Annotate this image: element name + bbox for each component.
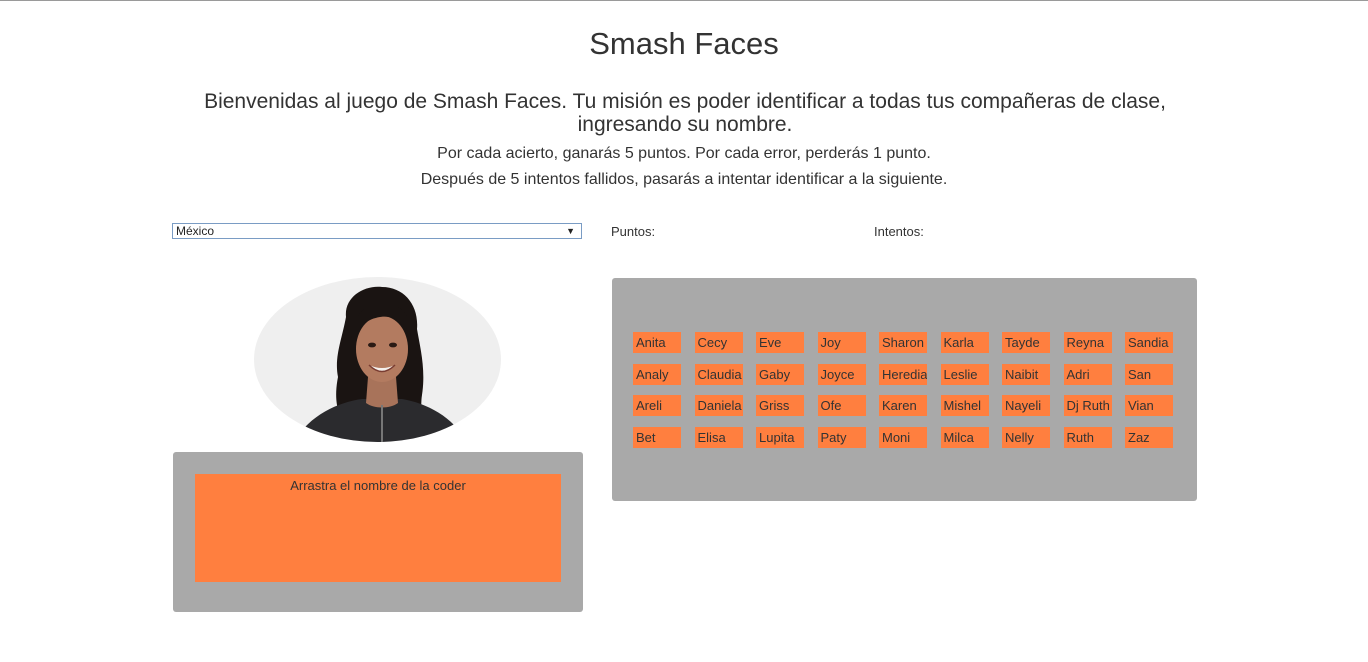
name-chip[interactable]: San [1125, 363, 1173, 385]
name-chip[interactable]: Nelly [1002, 426, 1050, 448]
name-chip[interactable]: Gaby [756, 363, 804, 385]
name-chip[interactable]: Cecy [694, 332, 743, 353]
points-rule-text: Por cada acierto, ganarás 5 puntos. Por … [437, 145, 931, 162]
points-label: Puntos: [611, 224, 656, 239]
name-chip[interactable]: Reyna [1063, 332, 1112, 353]
name-chip[interactable]: Ruth [1063, 426, 1112, 448]
name-chip[interactable]: Sandia [1125, 332, 1173, 353]
name-chip[interactable]: Areli [633, 395, 681, 416]
names-panel: Anita Cecy Eve Joy Sharon Karla Tayde Reyna Sand… [612, 278, 1197, 501]
name-chip[interactable]: Vian [1125, 395, 1173, 416]
name-chip[interactable]: Dj Ruth [1063, 395, 1112, 416]
name-chip[interactable]: Daniela [694, 395, 743, 416]
name-chip[interactable]: Sharon [879, 332, 927, 353]
coder-photo [254, 277, 501, 442]
name-chip[interactable]: Leslie [940, 363, 989, 385]
name-chip[interactable]: Moni [879, 426, 927, 448]
name-grid: Anita Cecy Eve Joy Sharon Karla Tayde Reyna Sand… [633, 332, 1173, 448]
name-chip[interactable]: Bet [633, 426, 681, 448]
page-title: Smash Faces [589, 26, 779, 61]
country-select-value: México [176, 224, 215, 238]
name-chip[interactable]: Tayde [1002, 332, 1050, 353]
name-chip[interactable]: Elisa [694, 426, 743, 448]
name-chip[interactable]: Mishel [940, 395, 989, 416]
name-chip[interactable]: Karen [879, 395, 927, 416]
name-chip[interactable]: Zaz [1125, 426, 1173, 448]
name-chip[interactable]: Nayeli [1002, 395, 1050, 416]
name-chip[interactable]: Paty [817, 426, 866, 448]
name-chip[interactable]: Griss [756, 395, 804, 416]
country-select[interactable]: México ▼ [172, 223, 582, 239]
name-chip[interactable]: Milca [940, 426, 989, 448]
name-chip[interactable]: Ofe [817, 395, 866, 416]
attempts-rule-text: Después de 5 intentos fallidos, pasarás … [420, 171, 948, 188]
name-chip[interactable]: Heredia [879, 363, 927, 385]
attempts-label: Intentos: [874, 224, 924, 239]
intro-text: Bienvenidas al juego de Smash Faces. Tu … [204, 90, 1166, 136]
drop-zone-label: Arrastra el nombre de la coder [290, 478, 466, 493]
top-divider [0, 0, 1368, 1]
name-chip[interactable]: Claudia [694, 363, 743, 385]
name-chip[interactable]: Analy [633, 363, 681, 385]
drop-panel: Arrastra el nombre de la coder [173, 452, 583, 612]
name-chip[interactable]: Anita [633, 332, 681, 353]
name-chip[interactable]: Karla [940, 332, 989, 353]
name-chip[interactable]: Lupita [756, 426, 804, 448]
name-chip[interactable]: Naibit [1002, 363, 1050, 385]
coder-portrait-image [294, 286, 466, 442]
name-chip[interactable]: Adri [1063, 363, 1112, 385]
name-chip[interactable]: Joy [817, 332, 866, 353]
name-drop-zone[interactable]: Arrastra el nombre de la coder [195, 474, 561, 582]
name-chip[interactable]: Joyce [817, 363, 866, 385]
dropdown-arrow-icon: ▼ [566, 226, 575, 236]
name-chip[interactable]: Eve [756, 332, 804, 353]
